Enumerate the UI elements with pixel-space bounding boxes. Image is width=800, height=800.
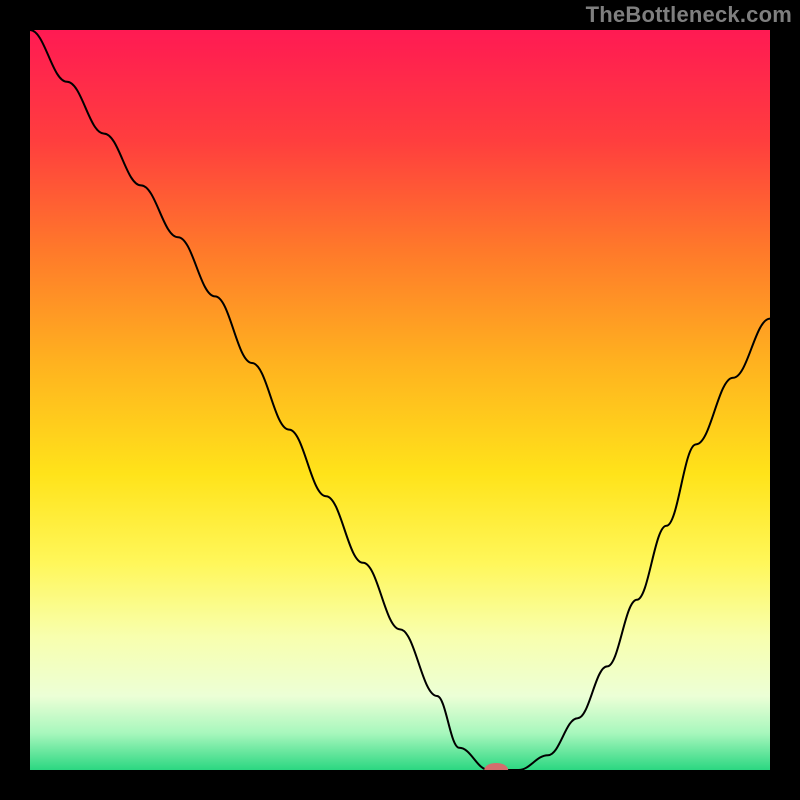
chart-svg <box>30 30 770 770</box>
attribution-text: TheBottleneck.com <box>586 2 792 28</box>
gradient-background <box>30 30 770 770</box>
plot-area <box>30 30 770 770</box>
chart-container: TheBottleneck.com <box>0 0 800 800</box>
